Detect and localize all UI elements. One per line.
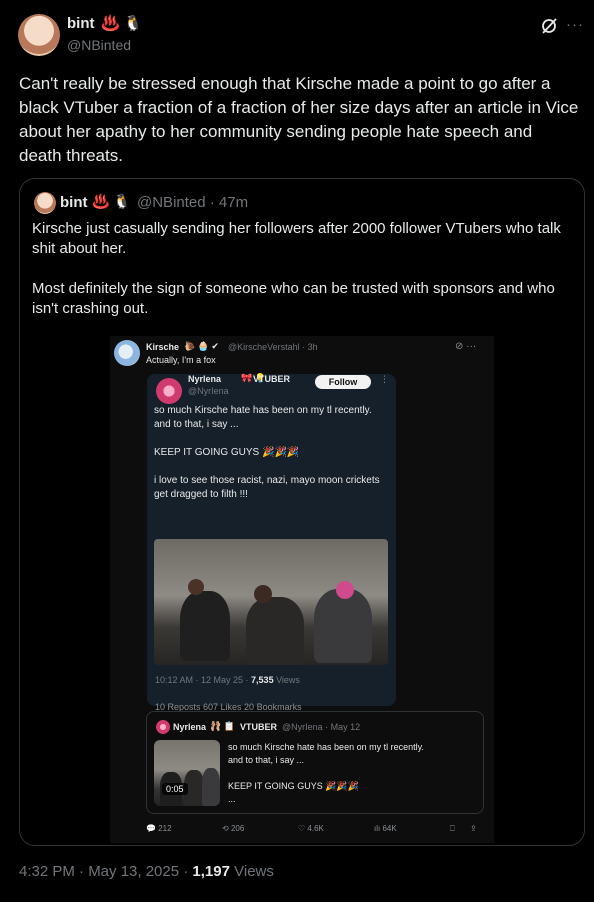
kirsche-text: Actually, I'm a fox <box>146 355 216 365</box>
kirsche-emoji: 🐌 🧁 ✔ <box>184 341 219 351</box>
grok-icon[interactable] <box>540 17 558 35</box>
video-thumbnail <box>154 539 388 665</box>
nyrlena-meta: 10:12 AM · 12 May 25 · 7,535 Views <box>155 675 300 685</box>
author-emoji: ♨️ 🐧 <box>101 15 143 32</box>
reply-count: 212 <box>158 824 172 833</box>
nyrlena-name: Nyrlena <box>188 374 222 384</box>
quoted-author-handle: @NBinted · 47m <box>137 194 249 211</box>
views-count: 1,197 <box>192 863 230 880</box>
kirsche-handle: @KirscheVerstahl · 3h <box>228 342 318 352</box>
repost-count: 206 <box>230 824 245 833</box>
tweet-text: Can't really be stressed enough that Kir… <box>19 74 579 165</box>
views-label: Views <box>229 863 274 880</box>
follow-button: Follow <box>315 375 371 389</box>
view-count: 64K <box>382 824 397 833</box>
kirsche-name: Kirsche <box>146 342 180 352</box>
mini-video-thumbnail <box>154 740 220 806</box>
mini-avatar <box>156 720 170 734</box>
nyrlena-more-icon: ⋮ <box>380 374 389 384</box>
tweet-timestamp[interactable]: 4:32 PM · May 13, 2025 · 1,197 Views <box>19 863 274 880</box>
quoted-author-avatar <box>34 192 56 214</box>
share-icon: ⇪ <box>470 824 477 833</box>
bookmark-icon: ⎕ <box>450 824 455 833</box>
more-icon[interactable]: ··· <box>566 16 584 33</box>
kirsche-avatar <box>114 340 140 366</box>
mini-video-duration: 0:05 <box>162 783 188 795</box>
nyrlena-vtuber-label: VTUBER <box>253 374 291 384</box>
views-icon: ılı 64K <box>374 824 397 833</box>
mini-vtuber-label: VTUBER <box>240 722 278 732</box>
like-count: 4.6K <box>307 824 324 833</box>
mini-emoji: 🩰 📋 <box>210 721 235 731</box>
author-avatar[interactable] <box>18 14 60 56</box>
author-name[interactable]: bint <box>67 15 95 32</box>
mini-text: so much Kirsche hate has been on my tl r… <box>228 742 424 804</box>
quoted-author-name: bint <box>60 194 88 211</box>
attached-screenshot[interactable]: Kirsche 🐌 🧁 ✔ @KirscheVerstahl · 3h Actu… <box>110 336 494 843</box>
mini-name: Nyrlena <box>173 722 207 732</box>
screenshot-action-bar: 💬 212 ⟲ 206 ♡ 4.6K ılı 64K ⎕ ⇪ <box>146 824 486 838</box>
quoted-tweet-text: Kirsche just casually sending her follow… <box>32 220 561 317</box>
nyrlena-post-text: so much Kirsche hate has been on my tl r… <box>154 405 380 500</box>
nyrlena-avatar <box>156 378 182 404</box>
mini-handle: @NyrIena · May 12 <box>282 722 361 732</box>
author-handle[interactable]: @NBinted <box>67 37 131 53</box>
timestamp-text[interactable]: 4:32 PM · May 13, 2025 · <box>19 863 192 880</box>
quoted-author-emoji: ♨️ 🐧 <box>92 193 131 209</box>
reply-icon: 💬 212 <box>146 824 172 833</box>
repost-icon: ⟲ 206 <box>222 824 245 833</box>
like-icon: ♡ 4.6K <box>298 824 324 833</box>
nyrlena-handle: @NyrIena <box>188 386 229 396</box>
kirsche-icons: ⊘ ··· <box>455 341 477 352</box>
